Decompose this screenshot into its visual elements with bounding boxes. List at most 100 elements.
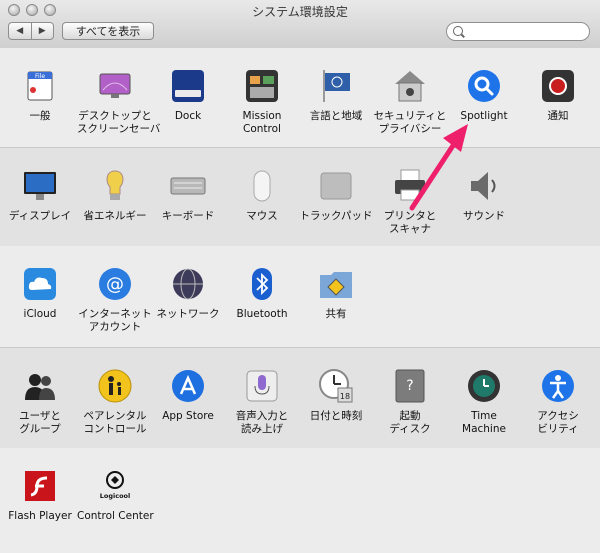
pref-label: Time Machine <box>446 410 522 435</box>
pref-mission-control[interactable]: Mission Control <box>224 68 300 135</box>
pref-keyboard[interactable]: キーボード <box>150 168 226 223</box>
search-input[interactable] <box>467 24 586 40</box>
accessibility-icon <box>540 368 576 404</box>
pref-label-line: ペアレンタル <box>83 410 147 422</box>
toolbar: システム環境設定 ◀ ▶ すべてを表示 <box>0 0 600 49</box>
pref-label: トラックパッド <box>298 210 374 223</box>
pref-network[interactable]: ネットワーク <box>150 266 226 321</box>
users-icon <box>22 368 58 404</box>
pref-label-line: ビリティ <box>537 422 579 435</box>
pref-mouse[interactable]: マウス <box>224 168 300 223</box>
pref-users-groups[interactable]: ユーザと グループ <box>2 368 78 435</box>
pref-sound[interactable]: サウンド <box>446 168 522 223</box>
search-field[interactable] <box>446 22 590 41</box>
pref-label: ペアレンタル コントロール <box>77 410 153 435</box>
pref-bluetooth[interactable]: Bluetooth <box>224 266 300 321</box>
pref-label: ディスプレイ <box>2 210 78 223</box>
show-all-button[interactable]: すべてを表示 <box>62 22 154 40</box>
pref-label: Control Center <box>77 510 154 523</box>
desktop-screensaver-icon <box>97 68 133 104</box>
pref-dock[interactable]: Dock <box>150 68 226 123</box>
pref-displays[interactable]: ディスプレイ <box>2 168 78 223</box>
window-title: システム環境設定 <box>252 5 348 19</box>
pref-label-line: プライバシー <box>378 122 442 135</box>
pref-time-machine[interactable]: Time Machine <box>446 368 522 435</box>
pref-language-region[interactable]: 言語と地域 <box>298 68 374 123</box>
display-icon <box>22 168 58 204</box>
pref-label-line: スキャナ <box>389 222 431 235</box>
mouse-icon <box>244 168 280 204</box>
section-hardware: ディスプレイ 省エネルギー キーボード マウス トラックパッド プリンタと スキャナ サウンド <box>0 147 600 247</box>
pref-label-line: App Store <box>162 410 214 422</box>
pref-icloud[interactable]: iCloud <box>2 266 78 321</box>
pref-logicool-control-center[interactable]: Logicool Control Center <box>77 468 154 523</box>
pref-sharing[interactable]: 共有 <box>298 266 374 321</box>
pref-label-line: Spotlight <box>460 110 508 122</box>
pref-label-line: 一般 <box>29 110 51 122</box>
search-icon <box>453 26 463 36</box>
pref-label: 共有 <box>298 308 374 321</box>
pref-label-line: 音声入力と <box>235 410 289 422</box>
pref-parental-controls[interactable]: ペアレンタル コントロール <box>77 368 153 435</box>
flag-icon <box>318 68 354 104</box>
pref-label: キーボード <box>150 210 226 223</box>
back-arrow-icon: ◀ <box>16 26 24 36</box>
spotlight-magnifier-icon <box>466 68 502 104</box>
pref-label-line: Control <box>243 122 281 135</box>
pref-label: Dock <box>150 110 226 123</box>
pref-label-line: セキュリティと <box>373 110 447 122</box>
keyboard-icon <box>170 168 206 204</box>
pref-notifications[interactable]: 通知 <box>520 68 596 123</box>
pref-label-line: ネットワーク <box>156 308 220 320</box>
pref-label-line: Flash Player <box>8 510 72 522</box>
pref-startup-disk[interactable]: ? 起動 ディスク <box>372 368 448 435</box>
pref-label: Bluetooth <box>224 308 300 321</box>
pref-label-line: 共有 <box>325 308 347 320</box>
pref-label: 省エネルギー <box>77 210 153 223</box>
pref-internet-accounts[interactable]: @ インターネット アカウント <box>77 266 153 333</box>
pref-label-line: 省エネルギー <box>83 210 147 222</box>
notifications-icon <box>540 68 576 104</box>
pref-label-line: 日付と時刻 <box>309 410 363 422</box>
lightbulb-icon <box>97 168 133 204</box>
pref-label-line: 通知 <box>547 110 569 122</box>
pref-printers[interactable]: プリンタと スキャナ <box>372 168 448 235</box>
pref-label: 言語と地域 <box>298 110 374 123</box>
forward-button[interactable]: ▶ <box>30 23 54 39</box>
hard-disk-icon: ? <box>392 368 428 404</box>
pref-dictation-speech[interactable]: 音声入力と 読み上げ <box>224 368 300 435</box>
svg-text:@: @ <box>106 274 124 295</box>
house-lock-icon <box>392 68 428 104</box>
pref-label-line: Mission <box>242 110 282 122</box>
mission-control-icon <box>244 68 280 104</box>
pref-label: プリンタと スキャナ <box>372 210 448 235</box>
pref-label-line: Bluetooth <box>236 308 288 320</box>
pref-label: 音声入力と 読み上げ <box>224 410 300 435</box>
pref-flash-player[interactable]: Flash Player <box>2 468 78 523</box>
microphone-icon <box>244 368 280 404</box>
section-personal: File 一般 デスクトップと スクリーンセーバ Dock Mission Control 言… <box>0 48 600 146</box>
back-button[interactable]: ◀ <box>9 23 31 39</box>
pref-label-line: コントロール <box>83 422 147 435</box>
trackpad-icon <box>318 168 354 204</box>
pref-label-line: インターネット <box>78 308 152 320</box>
pref-app-store[interactable]: App Store <box>150 368 226 423</box>
sharing-folder-icon <box>318 266 354 302</box>
flash-player-icon <box>22 468 58 504</box>
pref-date-time[interactable]: 18 日付と時刻 <box>298 368 374 423</box>
section-internet-wireless: iCloud @ インターネット アカウント ネットワーク Bluetooth 共有 <box>0 246 600 346</box>
pref-label: ネットワーク <box>150 308 226 321</box>
pref-accessibility[interactable]: アクセシ ビリティ <box>520 368 596 435</box>
pref-general[interactable]: File 一般 <box>2 68 78 123</box>
pref-label-line: ディスプレイ <box>8 210 72 222</box>
pref-energy-saver[interactable]: 省エネルギー <box>77 168 153 223</box>
svg-text:Logicool: Logicool <box>100 492 131 500</box>
speaker-icon <box>466 168 502 204</box>
globe-icon <box>170 266 206 302</box>
pref-desktop[interactable]: デスクトップと スクリーンセーバ <box>77 68 160 135</box>
pref-security[interactable]: セキュリティと プライバシー <box>372 68 448 135</box>
svg-text:?: ? <box>406 378 413 394</box>
pref-spotlight[interactable]: Spotlight <box>446 68 522 123</box>
pref-label-line: グループ <box>19 422 61 435</box>
pref-trackpad[interactable]: トラックパッド <box>298 168 374 223</box>
